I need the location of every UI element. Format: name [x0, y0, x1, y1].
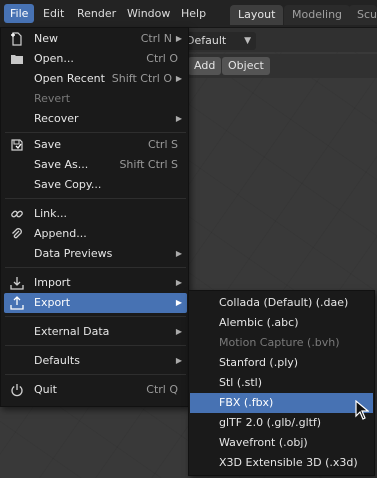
submenu-arrow-icon: ▶: [175, 34, 182, 43]
menu-divider: [5, 198, 186, 199]
object-menu-button[interactable]: Object: [222, 57, 270, 75]
menu-item-label: Recover: [34, 112, 79, 125]
submenu-arrow-icon: ▶: [175, 249, 182, 258]
menu-divider: [5, 132, 186, 133]
menu-item-save[interactable]: Save Ctrl S: [4, 135, 187, 155]
menu-item-label: Save: [34, 138, 62, 151]
menu-item-open[interactable]: Open... Ctrl O: [4, 49, 187, 69]
orientation-value: Default: [186, 34, 227, 47]
menu-item-label: Append...: [34, 227, 87, 240]
menu-item-label: Open Recent: [34, 72, 105, 85]
menu-item-open-recent[interactable]: Open Recent Shift Ctrl O ▶: [4, 69, 187, 89]
export-icon: [10, 296, 24, 310]
menu-item-import[interactable]: Import ▶: [4, 273, 187, 293]
tab-layout[interactable]: Layout: [230, 5, 284, 25]
shortcut-label: Shift Ctrl O: [111, 72, 172, 85]
shortcut-label: Ctrl O: [146, 52, 178, 65]
menu-item-label: New: [34, 32, 58, 45]
save-icon: [10, 138, 24, 152]
submenu-arrow-icon: ▶: [175, 74, 182, 83]
menu-item-label: Defaults: [34, 354, 80, 367]
menu-item-revert: Revert: [4, 89, 187, 109]
shortcut-label: Ctrl S: [147, 138, 178, 151]
export-item-motion-capture: Motion Capture (.bvh): [190, 333, 373, 353]
menu-file[interactable]: File: [4, 4, 35, 23]
menu-render[interactable]: Render: [71, 4, 122, 23]
submenu-arrow-icon: ▶: [175, 327, 182, 336]
menu-divider: [5, 316, 186, 317]
menu-item-quit[interactable]: Quit Ctrl Q: [4, 380, 187, 400]
menu-item-export[interactable]: Export ▶: [4, 293, 187, 313]
export-item-label: Collada (Default) (.dae): [219, 296, 349, 309]
menu-item-external-data[interactable]: External Data ▶: [4, 322, 187, 342]
menu-item-label: Save Copy...: [34, 178, 102, 191]
menu-item-new[interactable]: New Ctrl N ▶: [4, 29, 187, 49]
export-item-label: glTF 2.0 (.glb/.gltf): [219, 416, 322, 429]
menu-item-label: Link...: [34, 207, 68, 220]
import-icon: [10, 276, 24, 290]
submenu-arrow-icon: ▶: [175, 298, 182, 307]
menu-item-label: Export: [34, 296, 71, 309]
export-item-label: Wavefront (.obj): [219, 436, 308, 449]
link-icon: [10, 207, 24, 221]
shortcut-label: Ctrl N: [140, 32, 172, 45]
export-item-stanford[interactable]: Stanford (.ply): [190, 353, 373, 373]
export-item-label: Alembic (.abc): [219, 316, 299, 329]
export-item-collada[interactable]: Collada (Default) (.dae): [190, 293, 373, 313]
menu-window[interactable]: Window: [121, 4, 176, 23]
menu-item-data-previews[interactable]: Data Previews ▶: [4, 244, 187, 264]
tab-sculpting[interactable]: Scu: [349, 5, 377, 25]
top-menu-bar: File Edit Render Window Help Layout Mode…: [0, 0, 377, 28]
menu-divider: [5, 374, 186, 375]
shortcut-label: Ctrl Q: [146, 383, 178, 396]
menu-item-label: Open...: [34, 52, 74, 65]
submenu-arrow-icon: ▶: [175, 278, 182, 287]
export-item-fbx[interactable]: FBX (.fbx): [190, 393, 373, 413]
mouse-pointer-icon: [355, 399, 370, 420]
paperclip-icon: [10, 227, 24, 241]
export-item-label: Motion Capture (.bvh): [219, 336, 340, 349]
chevron-down-icon: ▼: [244, 36, 251, 46]
menu-item-defaults[interactable]: Defaults ▶: [4, 351, 187, 371]
shortcut-label: Shift Ctrl S: [119, 158, 178, 171]
export-item-gltf[interactable]: glTF 2.0 (.glb/.gltf): [190, 413, 373, 433]
export-item-alembic[interactable]: Alembic (.abc): [190, 313, 373, 333]
menu-divider: [5, 267, 186, 268]
add-menu-button[interactable]: Add: [188, 57, 222, 75]
folder-icon: [10, 52, 24, 66]
menu-item-link[interactable]: Link...: [4, 204, 187, 224]
export-item-label: Stanford (.ply): [219, 356, 299, 369]
menu-edit[interactable]: Edit: [37, 4, 70, 23]
tab-modeling[interactable]: Modeling: [284, 5, 351, 25]
menu-item-save-as[interactable]: Save As... Shift Ctrl S: [4, 155, 187, 175]
menu-item-label: Revert: [34, 92, 71, 105]
export-item-wavefront[interactable]: Wavefront (.obj): [190, 433, 373, 453]
submenu-arrow-icon: ▶: [175, 356, 182, 365]
menu-divider: [5, 345, 186, 346]
power-icon: [10, 383, 24, 397]
menu-item-label: Data Previews: [34, 247, 113, 260]
menu-item-append[interactable]: Append...: [4, 224, 187, 244]
menu-item-label: Quit: [34, 383, 57, 396]
export-item-stl[interactable]: Stl (.stl): [190, 373, 373, 393]
menu-item-recover[interactable]: Recover ▶: [4, 109, 187, 129]
menu-item-label: Import: [34, 276, 71, 289]
export-item-label: FBX (.fbx): [219, 396, 274, 409]
menu-item-label: External Data: [34, 325, 110, 338]
submenu-arrow-icon: ▶: [175, 114, 182, 123]
menu-help[interactable]: Help: [175, 4, 212, 23]
new-file-icon: [10, 32, 24, 46]
file-menu: New Ctrl N ▶ Open... Ctrl O Open Recent …: [0, 27, 189, 407]
export-item-x3d[interactable]: X3D Extensible 3D (.x3d): [190, 453, 373, 473]
orientation-dropdown[interactable]: Default ▼: [180, 32, 256, 50]
export-item-label: Stl (.stl): [219, 376, 263, 389]
export-item-label: X3D Extensible 3D (.x3d): [219, 456, 358, 469]
menu-item-save-copy[interactable]: Save Copy...: [4, 175, 187, 195]
export-submenu: Collada (Default) (.dae) Alembic (.abc) …: [188, 290, 375, 476]
menu-item-label: Save As...: [34, 158, 89, 171]
